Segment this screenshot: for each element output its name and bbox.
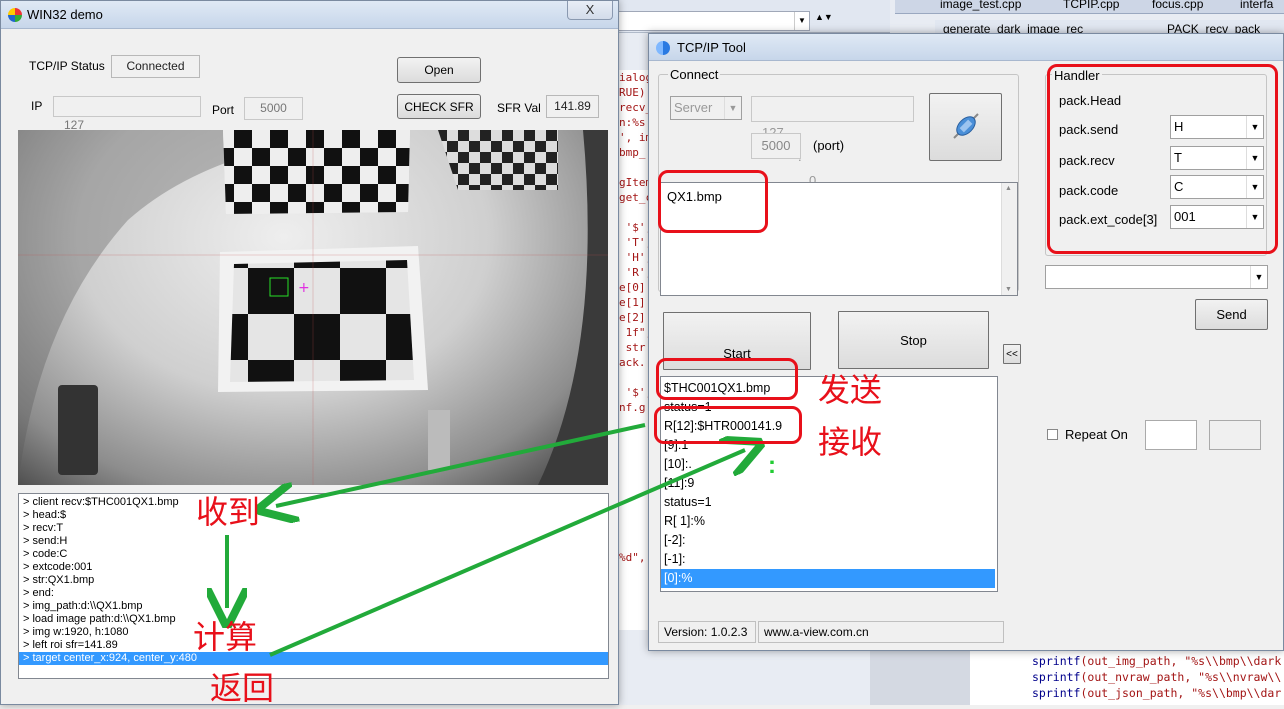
annotation-received: 收到 — [196, 493, 261, 531]
highlight-send-packet — [656, 358, 798, 400]
highlight-message — [658, 170, 768, 233]
annotation-compute: 计算 — [193, 618, 258, 656]
annotation-send: 发送 — [818, 371, 883, 409]
annotation-receive: 接收 — [818, 423, 883, 461]
annotation-colon: : — [768, 452, 776, 479]
arrow-return — [269, 450, 745, 657]
highlight-handler — [1047, 64, 1278, 254]
arrow-received — [276, 423, 646, 506]
annotation-return: 返回 — [210, 669, 275, 707]
highlight-recv-packet — [654, 406, 802, 444]
